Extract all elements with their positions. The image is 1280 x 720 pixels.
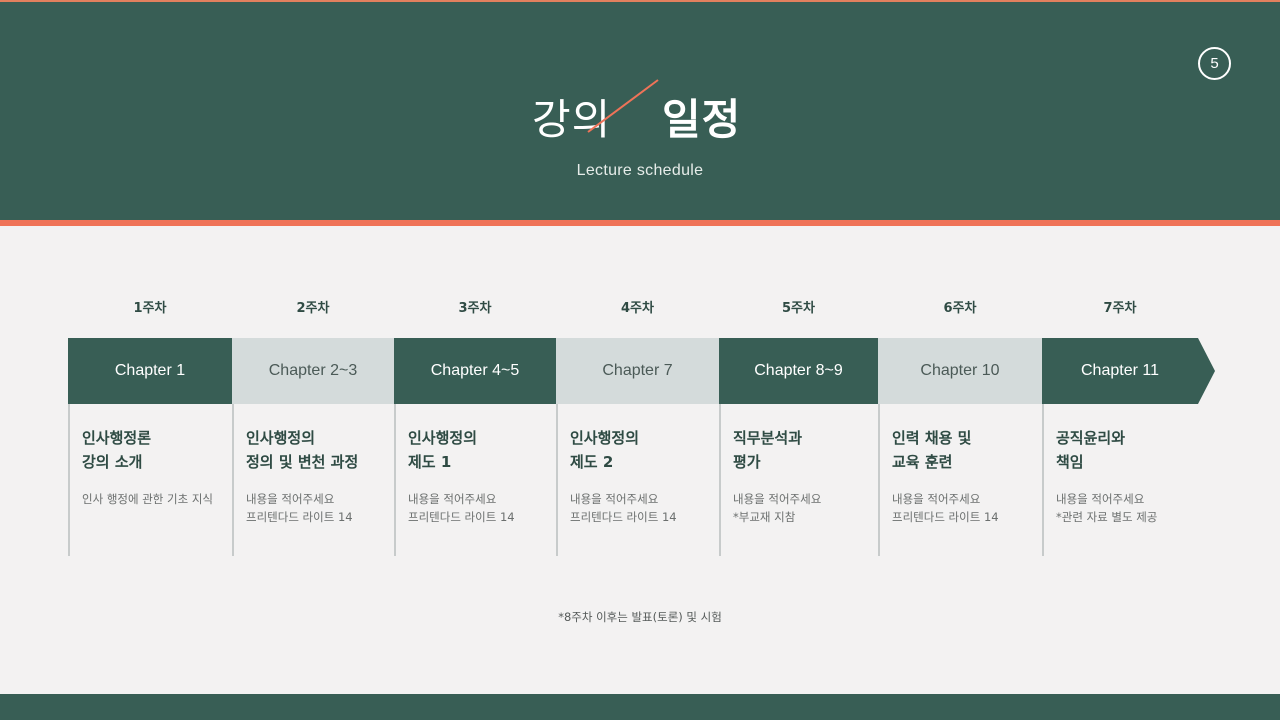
description-line: 프리텐다드 라이트 14: [892, 510, 999, 524]
chapter-bar: Chapter 1: [68, 338, 232, 404]
schedule-column: 인력 채용 및교육 훈련내용을 적어주세요프리텐다드 라이트 14: [878, 404, 1042, 556]
topic-line: 제도 2: [570, 453, 614, 471]
description-line: 인사 행정에 관한 기초 지식: [82, 492, 214, 506]
footer-bar: [0, 694, 1280, 720]
topic-description: 내용을 적어주세요프리텐다드 라이트 14: [892, 490, 999, 526]
schedule-column: 인사행정론강의 소개인사 행정에 관한 기초 지식: [68, 404, 232, 556]
timeline-arrow-icon: [1198, 338, 1215, 404]
description-line: 내용을 적어주세요: [733, 492, 822, 506]
topic-line: 정의 및 변천 과정: [246, 453, 359, 471]
description-line: 프리텐다드 라이트 14: [408, 510, 515, 524]
description-line: 내용을 적어주세요: [570, 492, 659, 506]
topic-line: 인사행정의: [246, 429, 316, 447]
description-line: 프리텐다드 라이트 14: [570, 510, 677, 524]
topic-title: 인사행정의정의 및 변천 과정: [246, 426, 358, 474]
description-line: 프리텐다드 라이트 14: [246, 510, 353, 524]
topic-description: 내용을 적어주세요 *부교재 지참: [733, 490, 821, 526]
topic-title: 공직윤리와책임: [1056, 426, 1125, 474]
topic-line: 교육 훈련: [892, 453, 953, 471]
topic-line: 인력 채용 및: [892, 429, 972, 447]
schedule-column: 인사행정의정의 및 변천 과정내용을 적어주세요프리텐다드 라이트 14: [232, 404, 394, 556]
week-label: 4주차: [621, 301, 654, 316]
schedule-column: 인사행정의제도 1 내용을 적어주세요프리텐다드 라이트 14: [394, 404, 556, 556]
topic-line: 공직윤리와: [1056, 429, 1126, 447]
week-label: 6주차: [943, 301, 977, 316]
chapter-bar: Chapter 11: [1042, 338, 1198, 404]
chapter-bar: Chapter 4~5: [394, 338, 556, 404]
week-label: 1주차: [133, 301, 167, 316]
topic-line: 책임: [1056, 453, 1084, 471]
topic-title: 인사행정의제도 2: [570, 426, 639, 474]
header-accent-stripe: [0, 220, 1280, 226]
description-line: 내용을 적어주세요: [892, 492, 981, 506]
topic-line: 평가: [733, 453, 761, 471]
chapter-label: Chapter 1: [114, 362, 186, 379]
description-line: *부교재 지참: [733, 510, 796, 524]
topic-title: 인사행정론강의 소개: [82, 426, 151, 474]
chapter-bar: Chapter 2~3: [232, 338, 394, 404]
slide-subtitle: Lecture schedule: [576, 162, 704, 179]
chapter-bar: Chapter 8~9: [719, 338, 878, 404]
page-number-badge: 5: [1198, 47, 1231, 80]
chapter-bar: Chapter 10: [878, 338, 1042, 404]
week-label: 2주차: [296, 301, 330, 316]
title-bold-text: 일정: [662, 95, 742, 144]
topic-description: 내용을 적어주세요프리텐다드 라이트 14: [408, 490, 515, 526]
chapter-bar: Chapter 7: [556, 338, 719, 404]
description-line: *관련 자료 별도 제공: [1056, 510, 1158, 524]
topic-title: 인력 채용 및교육 훈련: [892, 426, 971, 474]
chapter-label: Chapter 11: [1081, 362, 1159, 379]
topic-line: 제도 1: [408, 453, 452, 471]
topic-line: 인사행정의: [408, 429, 478, 447]
chapter-label: Chapter 8~9: [754, 362, 843, 379]
topic-line: 인사행정론: [82, 429, 152, 447]
topic-line: 강의 소개: [82, 453, 143, 471]
topic-line: 인사행정의: [570, 429, 640, 447]
topic-title: 인사행정의제도 1: [408, 426, 477, 474]
week-label: 5주차: [782, 301, 815, 316]
week-label: 7주차: [1103, 301, 1137, 316]
chapter-label: Chapter 2~3: [268, 362, 358, 379]
slide-title: 강의 일정: [530, 78, 760, 144]
week-label: 3주차: [458, 301, 492, 316]
schedule-column: 직무분석과평가내용을 적어주세요 *부교재 지참: [719, 404, 878, 556]
description-line: 내용을 적어주세요: [408, 492, 497, 506]
chapter-label: Chapter 7: [602, 362, 673, 379]
chapter-label: Chapter 4~5: [430, 362, 520, 379]
topic-description: 인사 행정에 관한 기초 지식: [82, 490, 213, 508]
topic-description: 내용을 적어주세요프리텐다드 라이트 14: [246, 490, 353, 526]
description-line: 내용을 적어주세요: [1056, 492, 1145, 506]
schedule-column: 인사행정의제도 2 내용을 적어주세요프리텐다드 라이트 14: [556, 404, 719, 556]
schedule-column: 공직윤리와책임내용을 적어주세요 *관련 자료 별도 제공: [1042, 404, 1198, 556]
schedule-footnote: *8주차 이후는 발표(토론) 및 시험: [558, 610, 722, 624]
chapter-label: Chapter 10: [920, 362, 1000, 379]
topic-line: 직무분석과: [733, 429, 803, 447]
topic-description: 내용을 적어주세요프리텐다드 라이트 14: [570, 490, 677, 526]
description-line: 내용을 적어주세요: [246, 492, 335, 506]
topic-title: 직무분석과평가: [733, 426, 802, 474]
topic-description: 내용을 적어주세요 *관련 자료 별도 제공: [1056, 490, 1157, 526]
